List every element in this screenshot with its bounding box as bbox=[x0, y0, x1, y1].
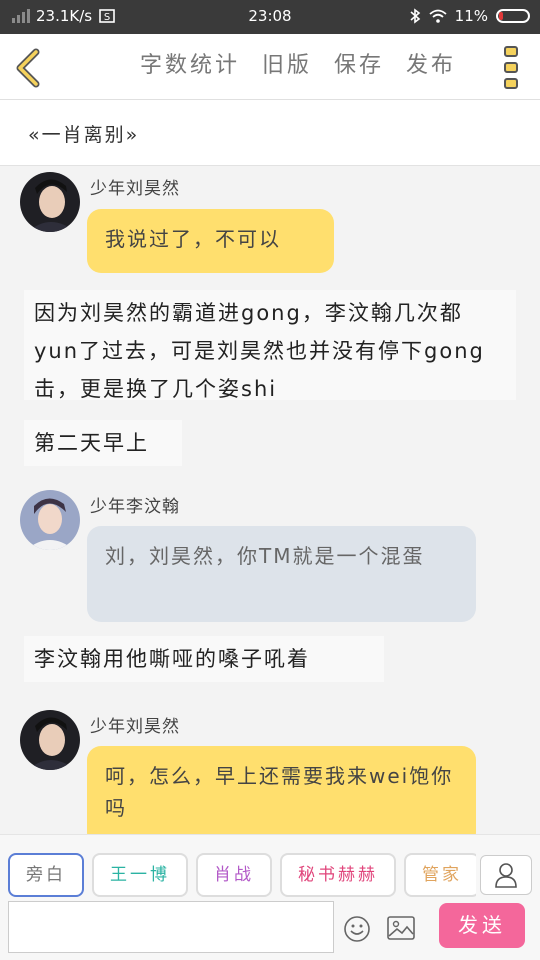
role-chip[interactable]: 管家 bbox=[404, 853, 476, 897]
message-bubble[interactable]: 我说过了，不可以 bbox=[87, 209, 334, 273]
send-button[interactable]: 发送 bbox=[439, 903, 525, 948]
add-role-button[interactable] bbox=[480, 855, 532, 895]
speaker-name: 少年刘昊然 bbox=[90, 717, 180, 737]
old-version-button[interactable]: 旧版 bbox=[262, 47, 312, 79]
avatar[interactable] bbox=[20, 172, 80, 232]
role-chip[interactable]: 肖战 bbox=[196, 853, 272, 897]
narration-text[interactable]: 李汶翰用他嘶哑的嗓子吼着 bbox=[24, 636, 384, 682]
toolbar-actions: 字数统计 旧版 保存 发布 bbox=[140, 47, 456, 79]
speaker-name: 少年李汶翰 bbox=[90, 497, 180, 517]
person-icon bbox=[495, 863, 517, 888]
narration-text[interactable]: 因为刘昊然的霸道进gong，李汶翰几次都yun了过去，可是刘昊然也并没有停下go… bbox=[24, 290, 516, 401]
role-selector: 旁白 王一博 肖战 秘书赫赫 管家 bbox=[8, 853, 476, 897]
chat-area[interactable]: 少年刘昊然 我说过了，不可以 因为刘昊然的霸道进gong，李汶翰几次都yun了过… bbox=[0, 166, 540, 834]
role-chip[interactable]: 秘书赫赫 bbox=[280, 853, 396, 897]
word-count-button[interactable]: 字数统计 bbox=[140, 47, 240, 79]
message-input[interactable] bbox=[8, 901, 334, 953]
status-bar: 23.1K/s S 23:08 11% bbox=[0, 0, 540, 34]
story-title-bar[interactable]: «一肖离别» bbox=[0, 100, 540, 166]
chevron-left-icon[interactable] bbox=[14, 48, 44, 88]
speaker-name: 少年刘昊然 bbox=[90, 179, 180, 199]
role-chip-narrator[interactable]: 旁白 bbox=[8, 853, 84, 897]
top-toolbar: 字数统计 旧版 保存 发布 bbox=[0, 34, 540, 100]
message-bubble[interactable]: 刘，刘昊然，你TM就是一个混蛋 bbox=[87, 526, 476, 622]
publish-button[interactable]: 发布 bbox=[406, 47, 456, 79]
battery-text: 11% bbox=[454, 7, 488, 25]
composer-panel: 旁白 王一博 肖战 秘书赫赫 管家 发送 bbox=[0, 834, 540, 960]
image-icon[interactable] bbox=[386, 915, 416, 941]
battery-icon bbox=[496, 9, 530, 23]
more-icon[interactable] bbox=[504, 46, 518, 89]
role-chip[interactable]: 王一博 bbox=[92, 853, 188, 897]
message-bubble[interactable]: 呵，怎么，早上还需要我来wei饱你吗 bbox=[87, 746, 476, 834]
bluetooth-icon bbox=[410, 8, 420, 24]
narration-text[interactable]: 第二天早上 bbox=[24, 420, 182, 466]
status-right: 11% bbox=[409, 7, 530, 25]
avatar[interactable] bbox=[20, 490, 80, 550]
emoji-icon[interactable] bbox=[343, 915, 371, 943]
save-button[interactable]: 保存 bbox=[334, 47, 384, 79]
wifi-icon bbox=[429, 9, 447, 23]
story-title: «一肖离别» bbox=[28, 124, 140, 146]
avatar[interactable] bbox=[20, 710, 80, 770]
